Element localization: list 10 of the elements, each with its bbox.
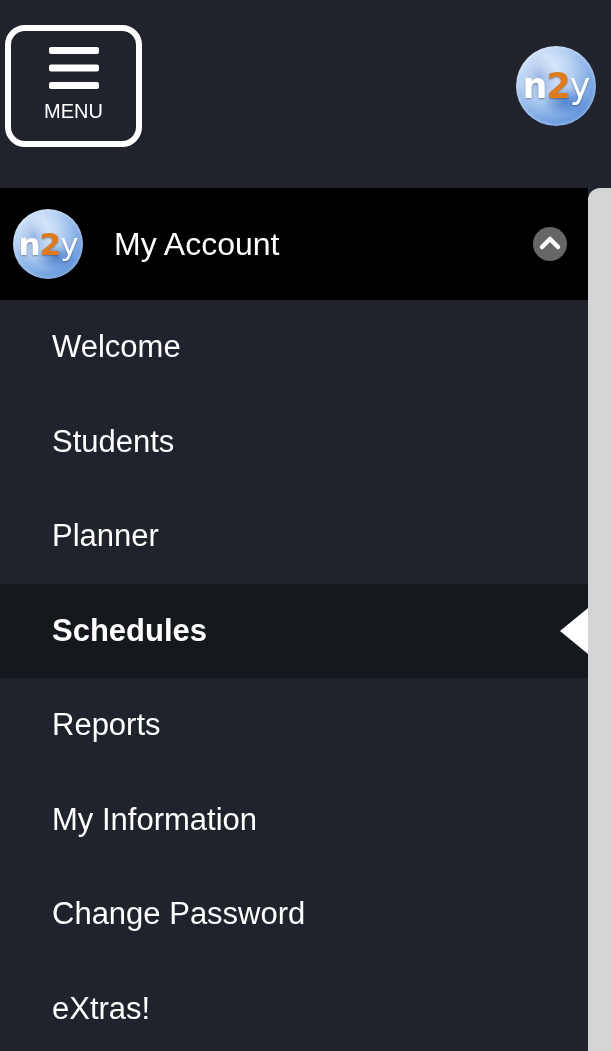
scrollbar-thumb[interactable] bbox=[588, 188, 611, 1051]
menu-icon bbox=[48, 47, 99, 89]
logo: n2y bbox=[13, 209, 83, 279]
logo: n2y bbox=[516, 46, 596, 126]
account-title: My Account bbox=[114, 225, 281, 263]
account-header[interactable]: n2y My Account bbox=[0, 188, 588, 300]
menu-item[interactable]: Schedules bbox=[0, 583, 588, 678]
menu-button[interactable]: MENU bbox=[5, 25, 142, 147]
chevron-up-icon[interactable] bbox=[533, 227, 567, 261]
triangle-pointer-icon bbox=[560, 607, 588, 654]
